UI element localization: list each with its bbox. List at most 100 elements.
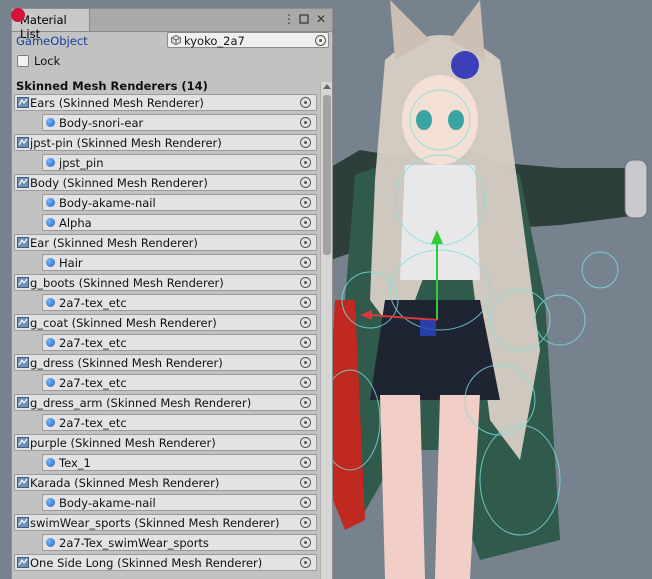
close-icon[interactable]: ✕: [314, 12, 328, 27]
renderer-row[interactable]: swimWear_sports (Skinned Mesh Renderer): [14, 514, 317, 531]
material-row[interactable]: 2a7-Tex_swimWear_sports: [42, 534, 317, 551]
renderer-name: Ear (Skinned Mesh Renderer): [30, 236, 198, 250]
material-name: 2a7-Tex_swimWear_sports: [59, 536, 209, 550]
renderer-name: Karada (Skinned Mesh Renderer): [30, 476, 220, 490]
renderer-name: purple (Skinned Mesh Renderer): [30, 436, 216, 450]
renderer-row[interactable]: Karada (Skinned Mesh Renderer): [14, 474, 317, 491]
material-row[interactable]: 2a7-tex_etc: [42, 414, 317, 431]
skinned-mesh-renderer-icon: [17, 437, 29, 448]
material-name: Alpha: [59, 216, 92, 230]
character-eye-right: [448, 110, 464, 130]
object-picker-icon[interactable]: [300, 177, 311, 188]
object-picker-icon[interactable]: [300, 257, 311, 268]
gameobject-cube-icon: [171, 35, 181, 45]
renderer-name: g_dress (Skinned Mesh Renderer): [30, 356, 223, 370]
skinned-mesh-renderer-icon: [17, 357, 29, 368]
skinned-mesh-renderer-icon: [17, 177, 29, 188]
material-sphere-icon: [46, 378, 55, 387]
object-picker-icon[interactable]: [300, 377, 311, 388]
material-row[interactable]: 2a7-tex_etc: [42, 294, 317, 311]
renderer-row[interactable]: Ear (Skinned Mesh Renderer): [14, 234, 317, 251]
renderer-row[interactable]: One Side Long (Skinned Mesh Renderer): [14, 554, 317, 571]
renderer-row[interactable]: Body (Skinned Mesh Renderer): [14, 174, 317, 191]
renderer-name: Body (Skinned Mesh Renderer): [30, 176, 208, 190]
material-name: 2a7-tex_etc: [59, 416, 127, 430]
renderer-row[interactable]: jpst-pin (Skinned Mesh Renderer): [14, 134, 317, 151]
renderer-row[interactable]: g_dress (Skinned Mesh Renderer): [14, 354, 317, 371]
material-name: Body-akame-nail: [59, 196, 156, 210]
object-picker-icon[interactable]: [300, 237, 311, 248]
renderer-row[interactable]: purple (Skinned Mesh Renderer): [14, 434, 317, 451]
object-picker-icon[interactable]: [300, 97, 311, 108]
object-picker-icon[interactable]: [300, 537, 311, 548]
object-picker-icon[interactable]: [300, 197, 311, 208]
material-sphere-icon: [46, 118, 55, 127]
renderer-row[interactable]: g_coat (Skinned Mesh Renderer): [14, 314, 317, 331]
material-name: Tex_1: [59, 456, 91, 470]
gameobject-label: GameObject: [16, 34, 88, 48]
object-picker-icon[interactable]: [300, 357, 311, 368]
vertical-scrollbar[interactable]: [320, 82, 332, 579]
object-picker-icon[interactable]: [300, 397, 311, 408]
object-picker-icon[interactable]: [300, 437, 311, 448]
skinned-mesh-renderer-icon: [17, 97, 29, 108]
kebab-menu-icon[interactable]: ⋮: [282, 12, 296, 27]
maximize-icon[interactable]: [297, 12, 311, 27]
material-row[interactable]: 2a7-tex_etc: [42, 374, 317, 391]
character-shirt: [400, 165, 480, 280]
character-cuff: [624, 159, 648, 219]
object-picker-icon[interactable]: [300, 497, 311, 508]
section-header: Skinned Mesh Renderers (14): [16, 79, 208, 93]
object-picker-icon[interactable]: [300, 157, 311, 168]
renderer-row[interactable]: g_boots (Skinned Mesh Renderer): [14, 274, 317, 291]
object-picker-icon[interactable]: [300, 297, 311, 308]
skinned-mesh-renderer-icon: [17, 557, 29, 568]
character-face: [402, 75, 478, 165]
renderer-name: Ears (Skinned Mesh Renderer): [30, 96, 204, 110]
skinned-mesh-renderer-icon: [17, 517, 29, 528]
object-picker-icon[interactable]: [300, 217, 311, 228]
gameobject-field[interactable]: kyoko_2a7: [167, 32, 329, 48]
skinned-mesh-renderer-icon: [17, 477, 29, 488]
material-row[interactable]: jpst_pin: [42, 154, 317, 171]
object-picker-icon[interactable]: [300, 517, 311, 528]
material-row[interactable]: Alpha: [42, 214, 317, 231]
material-sphere-icon: [46, 338, 55, 347]
object-picker-icon[interactable]: [300, 477, 311, 488]
object-picker-icon[interactable]: [300, 417, 311, 428]
material-sphere-icon: [46, 298, 55, 307]
renderer-row[interactable]: g_dress_arm (Skinned Mesh Renderer): [14, 394, 317, 411]
material-name: 2a7-tex_etc: [59, 336, 127, 350]
object-picker-icon[interactable]: [300, 317, 311, 328]
character-leg-left: [380, 395, 425, 579]
object-picker-icon[interactable]: [315, 35, 326, 46]
material-row[interactable]: Body-akame-nail: [42, 494, 317, 511]
window-titlebar: Material List ⋮ ✕: [12, 9, 332, 41]
object-picker-icon[interactable]: [300, 137, 311, 148]
renderer-row[interactable]: Ears (Skinned Mesh Renderer): [14, 94, 317, 111]
material-row[interactable]: Body-akame-nail: [42, 194, 317, 211]
object-picker-icon[interactable]: [300, 337, 311, 348]
material-row[interactable]: 2a7-tex_etc: [42, 334, 317, 351]
skinned-mesh-renderer-icon: [17, 317, 29, 328]
object-picker-icon[interactable]: [300, 457, 311, 468]
material-sphere-icon: [46, 218, 55, 227]
lock-checkbox[interactable]: [17, 55, 29, 67]
gameobject-value: kyoko_2a7: [184, 34, 245, 48]
renderer-name: g_coat (Skinned Mesh Renderer): [30, 316, 217, 330]
material-row[interactable]: Tex_1: [42, 454, 317, 471]
material-name: Body-snori-ear: [59, 116, 144, 130]
material-sphere-icon: [46, 418, 55, 427]
renderer-name: g_boots (Skinned Mesh Renderer): [30, 276, 224, 290]
scrollbar-thumb[interactable]: [323, 95, 331, 255]
object-picker-icon[interactable]: [300, 557, 311, 568]
scroll-up-arrow-icon[interactable]: [323, 84, 331, 89]
object-picker-icon[interactable]: [300, 277, 311, 288]
material-sphere-icon: [46, 538, 55, 547]
character-eye-left: [416, 110, 432, 130]
character-flower: [451, 51, 479, 79]
material-row[interactable]: Hair: [42, 254, 317, 271]
object-picker-icon[interactable]: [300, 117, 311, 128]
material-list-window: Material List ⋮ ✕ GameObject kyoko_2a7 L…: [11, 8, 333, 579]
material-row[interactable]: Body-snori-ear: [42, 114, 317, 131]
